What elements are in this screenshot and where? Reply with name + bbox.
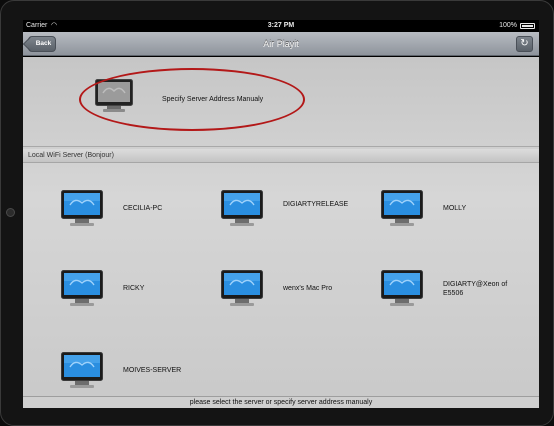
content-area: Specify Server Address Manualy Local WiF… [23, 57, 539, 408]
server-name: MOIVES-SERVER [123, 367, 182, 374]
refresh-icon: ↻ [520, 38, 529, 49]
server-item[interactable]: MOIVES-SERVER [61, 352, 221, 392]
camera-icon [6, 208, 15, 217]
server-item[interactable]: DIGIARTYRELEASE [221, 190, 381, 230]
server-name: RICKY [123, 285, 145, 292]
status-bar: Carrier ◠ 3:27 PM 100% [23, 20, 539, 32]
manual-address-row[interactable]: Specify Server Address Manualy [23, 57, 539, 147]
monitor-icon [381, 270, 423, 312]
nav-bar: Back Air Playit ↻ [23, 32, 539, 56]
server-name: wenx's Mac Pro [283, 285, 333, 292]
footer-hint: please select the server or specify serv… [23, 396, 539, 408]
screen: Carrier ◠ 3:27 PM 100% Back Air Playit ↻ [23, 20, 539, 408]
monitor-icon [221, 190, 263, 232]
ipad-bezel: Carrier ◠ 3:27 PM 100% Back Air Playit ↻ [0, 0, 554, 426]
server-item[interactable]: CECILIA-PC [61, 190, 221, 230]
monitor-icon [61, 270, 103, 312]
refresh-button[interactable]: ↻ [516, 36, 533, 52]
server-item[interactable]: wenx's Mac Pro [221, 270, 381, 310]
monitor-icon [61, 190, 103, 232]
monitor-icon [61, 352, 103, 394]
server-item[interactable]: DIGIARTY@Xeon of E5506 [381, 270, 539, 310]
status-time: 3:27 PM [267, 22, 295, 29]
section-header: Local WiFi Server (Bonjour) [23, 149, 539, 163]
monitor-icon [221, 270, 263, 312]
battery-percent: 100% [499, 22, 517, 29]
server-name: MOLLY [443, 205, 467, 212]
server-name: DIGIARTY@Xeon of E5506 [443, 281, 508, 297]
server-name: DIGIARTYRELEASE [283, 201, 349, 208]
server-item[interactable]: MOLLY [381, 190, 539, 230]
server-item[interactable]: RICKY [61, 270, 221, 310]
battery-icon [520, 23, 535, 29]
page-title: Air Playit [263, 39, 299, 49]
monitor-icon [381, 190, 423, 232]
highlight-ellipse [79, 68, 305, 131]
server-name: CECILIA-PC [123, 205, 163, 212]
